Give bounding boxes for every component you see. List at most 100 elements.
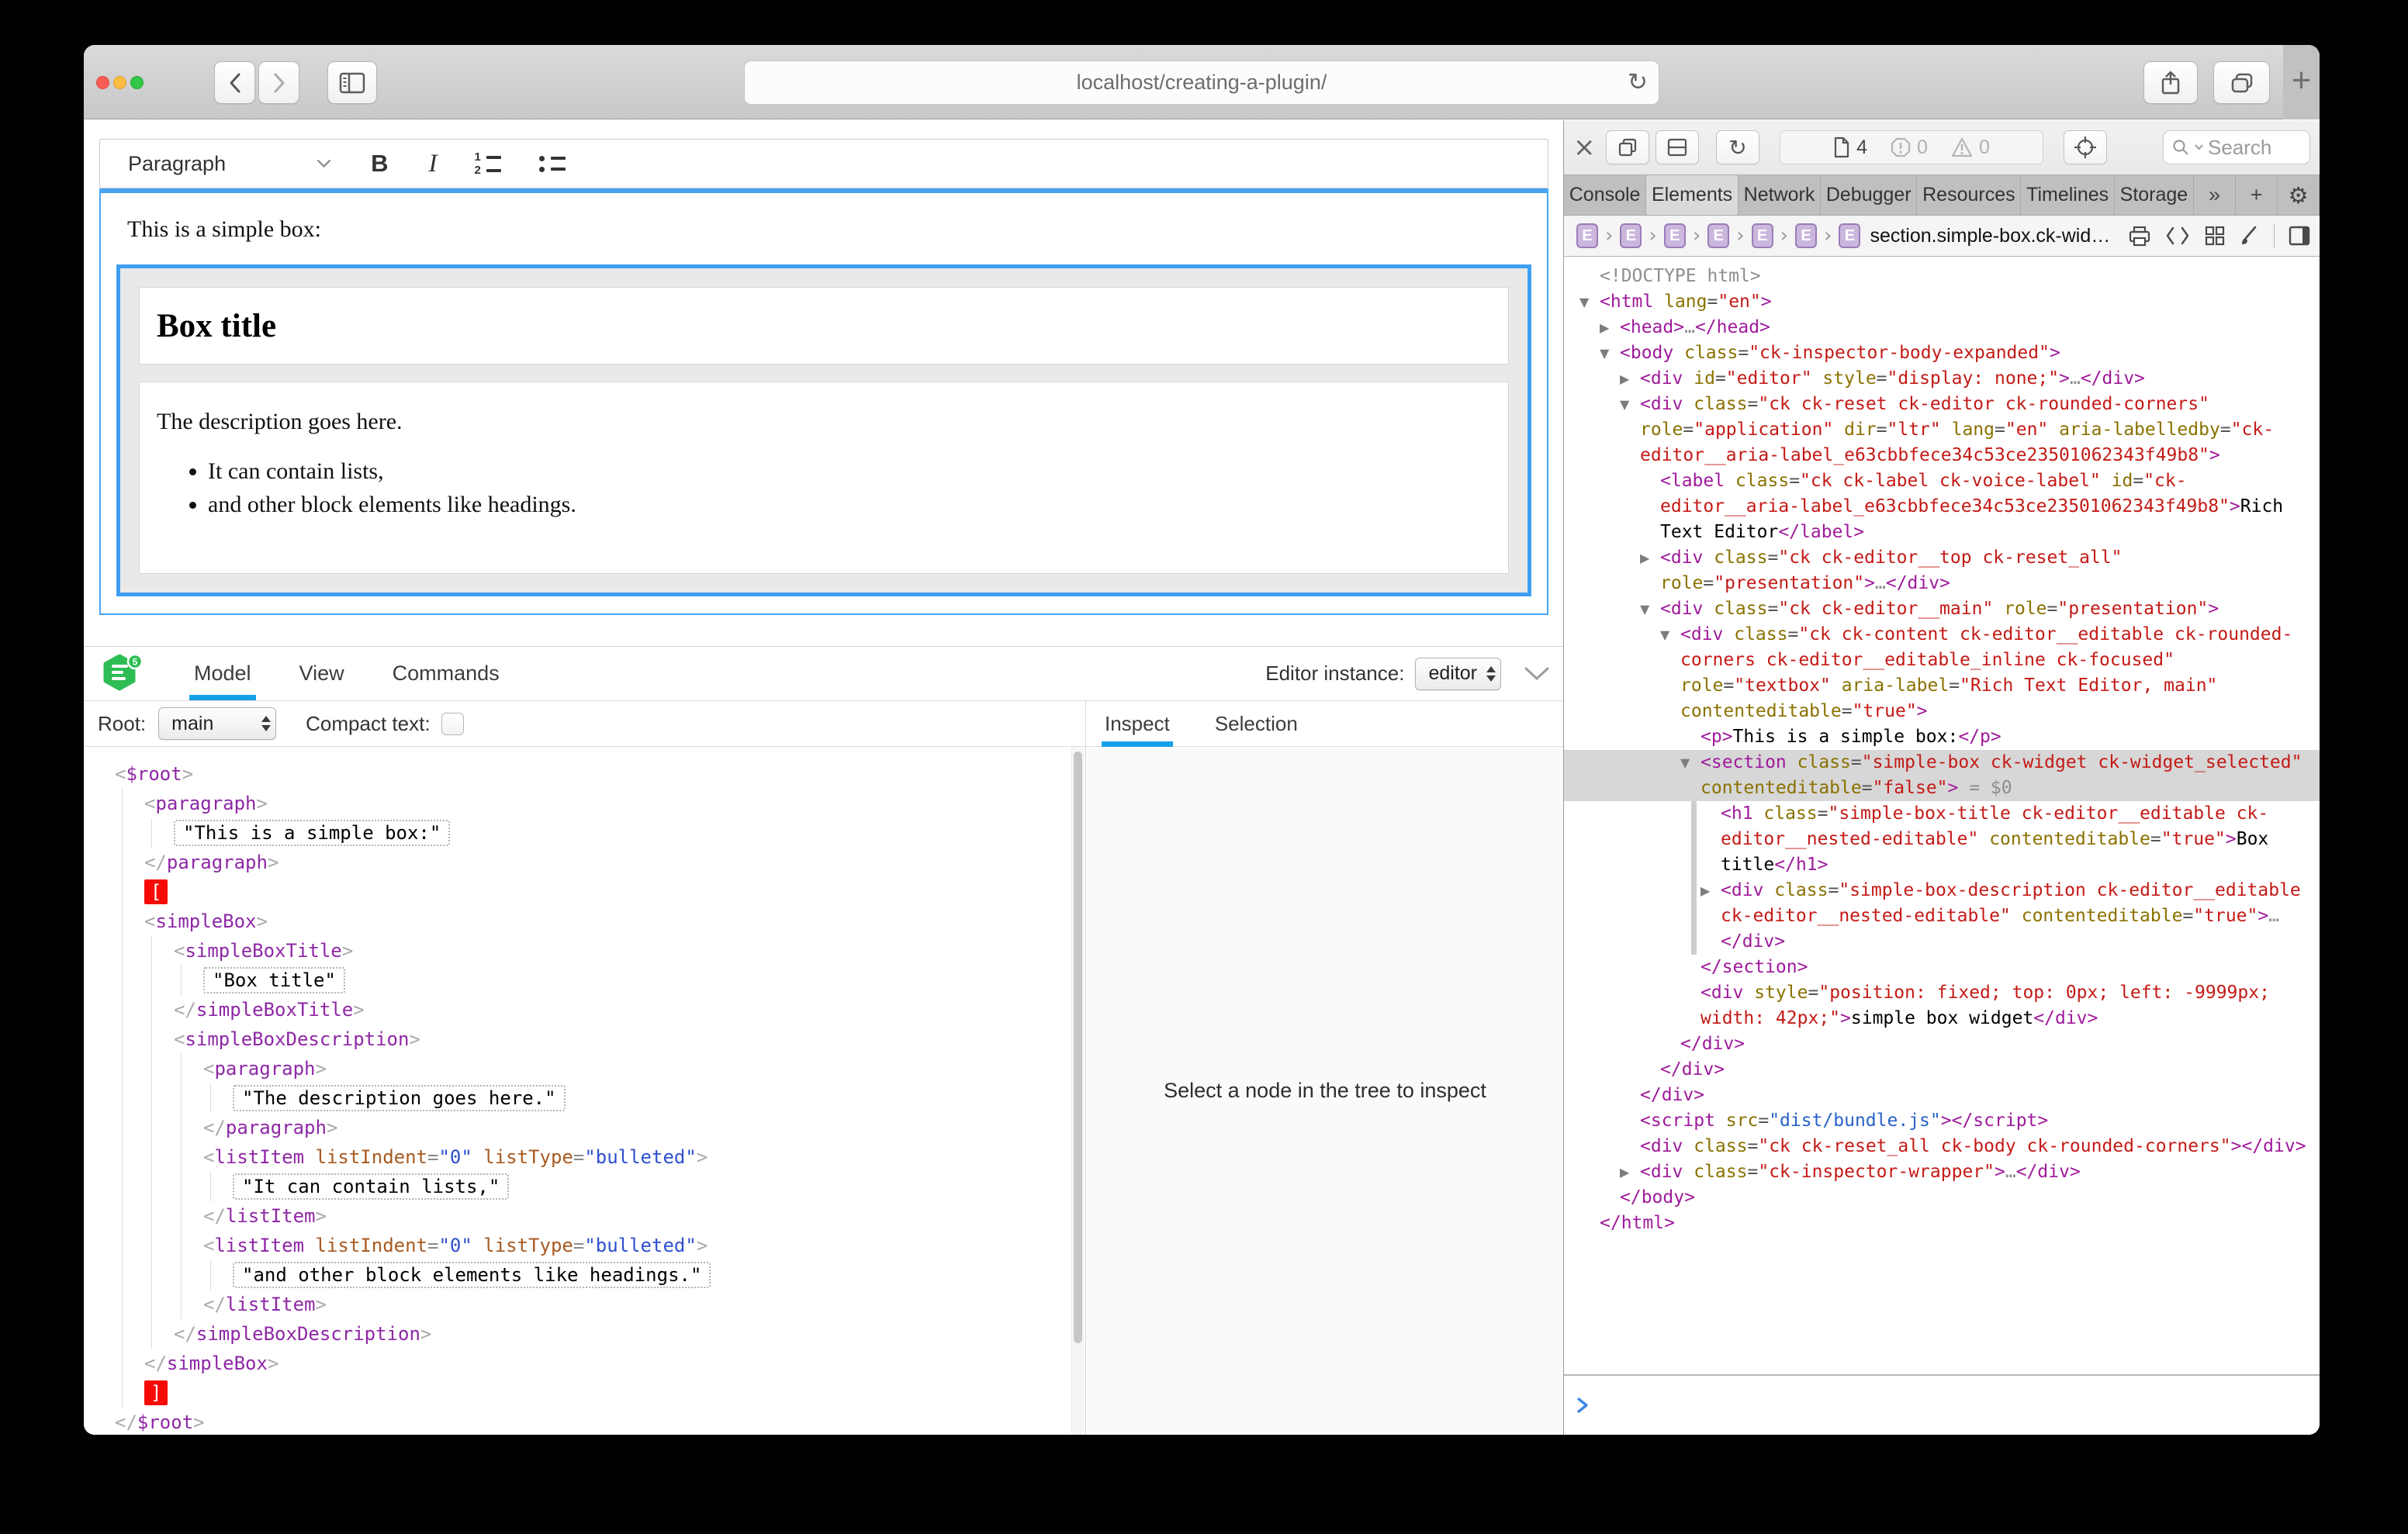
add-tab-icon[interactable]: + (2236, 175, 2278, 215)
compact-text-checkbox[interactable] (441, 713, 464, 735)
devtools-tab-debugger[interactable]: Debugger (1821, 175, 1917, 215)
close-window-button[interactable] (96, 76, 109, 89)
scrollbar-thumb[interactable] (1074, 751, 1082, 1343)
back-button[interactable] (214, 61, 255, 104)
disclosure-expanded-icon[interactable]: ▼ (1660, 622, 1669, 648)
model-tree-line[interactable]: </listItem> (101, 1290, 1085, 1319)
simple-box-widget[interactable]: Box title The description goes here. It … (116, 264, 1531, 596)
element-badge-icon[interactable]: E (1620, 223, 1642, 248)
search-input[interactable]: Search (2163, 130, 2310, 164)
dom-tree-line[interactable]: <div style="position: fixed; top: 0px; l… (1564, 980, 2320, 1031)
disclosure-expanded-icon[interactable]: ▼ (1600, 340, 1609, 366)
model-tree-line[interactable]: <listItem listIndent="0" listType="bulle… (101, 1231, 1085, 1260)
model-tree-line[interactable]: "Box title" (101, 966, 1085, 995)
dom-tree-line[interactable]: </div> (1564, 1083, 2320, 1108)
model-tree-line[interactable]: <listItem listIndent="0" listType="bulle… (101, 1142, 1085, 1172)
model-tree-line[interactable]: <simpleBox> (101, 907, 1085, 936)
model-tree-line[interactable]: [ (101, 877, 1085, 907)
grid-overlay-icon[interactable] (2204, 225, 2226, 247)
devtools-tab-network[interactable]: Network (1739, 175, 1821, 215)
dom-tree-line[interactable]: ▶<div class="simple-box-description ck-e… (1564, 878, 2320, 955)
model-tree-line[interactable]: "This is a simple box:" (101, 818, 1085, 848)
dom-tree-line[interactable]: <div class="ck ck-reset_all ck-body ck-r… (1564, 1134, 2320, 1159)
editor-editable-area[interactable]: This is a simple box: Box title The desc… (99, 188, 1548, 615)
disclosure-expanded-icon[interactable]: ▼ (1680, 750, 1690, 776)
dom-tree-line[interactable]: <script src="dist/bundle.js"></script> (1564, 1108, 2320, 1134)
element-badge-icon[interactable]: E (1664, 223, 1686, 248)
dom-tree-line[interactable]: ▼<section class="simple-box ck-widget ck… (1564, 750, 2320, 801)
bulleted-list-button[interactable] (538, 156, 566, 172)
disclosure-collapsed-icon[interactable]: ▶ (1620, 1159, 1629, 1185)
minimize-window-button[interactable] (113, 76, 126, 89)
disclosure-expanded-icon[interactable]: ▼ (1579, 289, 1589, 315)
model-tree-line[interactable]: <simpleBoxDescription> (101, 1024, 1085, 1054)
model-tree-line[interactable]: "The description goes here." (101, 1083, 1085, 1113)
list-item[interactable]: It can contain lists, (208, 458, 1491, 485)
warning-count[interactable]: 0 (1951, 136, 1990, 159)
inspector-tab-view[interactable]: View (299, 647, 344, 700)
model-tree-line[interactable]: <$root> (101, 759, 1085, 789)
disclosure-collapsed-icon[interactable]: ▶ (1640, 545, 1649, 571)
dom-tree-line[interactable]: <label class="ck ck-label ck-voice-label… (1564, 468, 2320, 545)
list-item[interactable]: and other block elements like headings. (208, 492, 1491, 518)
simple-box-description[interactable]: The description goes here. It can contai… (139, 382, 1509, 574)
model-tree-line[interactable]: </$root> (101, 1408, 1085, 1435)
model-tree-line[interactable]: </simpleBoxTitle> (101, 995, 1085, 1024)
root-select[interactable]: main (158, 707, 276, 740)
model-tree-line[interactable]: "and other block elements like headings.… (101, 1260, 1085, 1290)
model-tree-scrollbar[interactable] (1071, 747, 1085, 1435)
paragraph-dropdown[interactable]: Paragraph (128, 152, 226, 176)
chevron-down-icon[interactable] (317, 160, 330, 168)
more-tabs-icon[interactable]: » (2194, 175, 2236, 215)
forward-button[interactable] (258, 61, 299, 104)
dom-tree-line[interactable]: ▼<body class="ck-inspector-body-expanded… (1564, 340, 2320, 366)
devtools-tab-timelines[interactable]: Timelines (2021, 175, 2115, 215)
numbered-list-button[interactable]: 1 2 (474, 154, 501, 174)
disclosure-expanded-icon[interactable]: ▼ (1620, 392, 1629, 417)
model-tree-line[interactable]: </paragraph> (101, 848, 1085, 877)
sidebar-toggle-button[interactable] (327, 61, 377, 104)
dom-tree-line[interactable]: <!DOCTYPE html> (1564, 264, 2320, 289)
dom-tree-line[interactable]: ▼<div class="ck ck-content ck-editor__ed… (1564, 622, 2320, 724)
error-count[interactable]: 0 (1891, 136, 1928, 159)
dom-tree-line[interactable]: ▶<div class="ck ck-editor__top ck-reset_… (1564, 545, 2320, 596)
disclosure-collapsed-icon[interactable]: ▶ (1600, 315, 1609, 340)
dom-tree-line[interactable]: ▼<div class="ck ck-editor__main" role="p… (1564, 596, 2320, 622)
editor-instance-select[interactable]: editor (1415, 658, 1501, 690)
bold-button[interactable]: B (371, 150, 388, 178)
italic-button[interactable]: I (428, 150, 437, 178)
model-tree-line[interactable]: ] (101, 1378, 1085, 1408)
inspector-tab-commands[interactable]: Commands (393, 647, 500, 700)
dom-tree-line[interactable]: </div> (1564, 1031, 2320, 1057)
model-tree-line[interactable]: </paragraph> (101, 1113, 1085, 1142)
dom-tree-line[interactable]: ▶<div class="ck-inspector-wrapper">…</di… (1564, 1159, 2320, 1185)
element-badge-icon[interactable]: E (1707, 223, 1729, 248)
dom-tree-line[interactable]: <h1 class="simple-box-title ck-editor__e… (1564, 801, 2320, 878)
settings-gear-icon[interactable]: ⚙ (2278, 175, 2320, 215)
element-badge-icon[interactable]: E (1752, 223, 1773, 248)
dom-tree-line[interactable]: </body> (1564, 1185, 2320, 1211)
inspector-tab-model[interactable]: Model (194, 647, 251, 700)
details-sidebar-icon[interactable] (2289, 225, 2310, 247)
model-tree-line[interactable]: <simpleBoxTitle> (101, 936, 1085, 966)
side-tab-inspect[interactable]: Inspect (1105, 701, 1170, 746)
devtools-tab-resources[interactable]: Resources (1917, 175, 2021, 215)
model-tree-line[interactable]: </listItem> (101, 1201, 1085, 1231)
side-tab-selection[interactable]: Selection (1215, 701, 1298, 746)
style-editor-brush-icon[interactable] (2240, 225, 2260, 247)
element-badge-icon[interactable]: E (1795, 223, 1817, 248)
dock-side-button[interactable] (1656, 130, 1699, 164)
model-tree-line[interactable]: <paragraph> (101, 789, 1085, 818)
share-button[interactable] (2143, 61, 2198, 104)
dom-tree-line[interactable]: </html> (1564, 1211, 2320, 1236)
model-tree-line[interactable]: </simpleBox> (101, 1349, 1085, 1378)
devtools-tab-elements[interactable]: Elements (1646, 175, 1739, 215)
dom-tree-line[interactable]: ▼<html lang="en"> (1564, 289, 2320, 315)
dom-tree-line[interactable]: </div> (1564, 1057, 2320, 1083)
resource-count[interactable]: 4 (1833, 136, 1867, 159)
element-badge-icon[interactable]: E (1839, 223, 1860, 248)
simple-box-title[interactable]: Box title (139, 287, 1509, 364)
show-source-icon[interactable] (2165, 226, 2190, 246)
console-prompt[interactable] (1564, 1374, 2320, 1435)
model-tree-line[interactable]: "It can contain lists," (101, 1172, 1085, 1201)
